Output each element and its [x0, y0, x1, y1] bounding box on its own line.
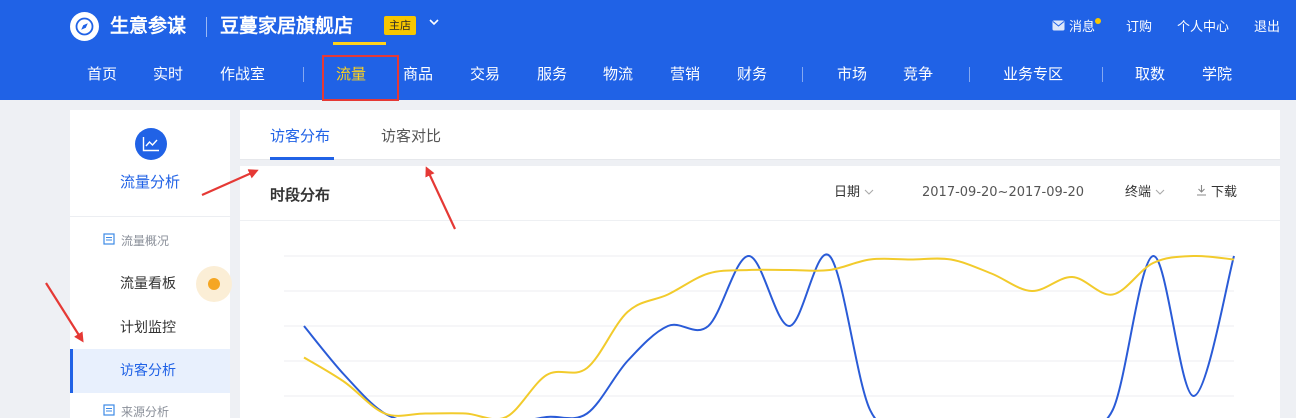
nav-item-marketing[interactable]: 营销	[670, 64, 700, 84]
nav-divider	[303, 67, 304, 82]
nav-divider	[969, 67, 970, 82]
message-label: 消息	[1068, 20, 1095, 35]
nav-item-realtime[interactable]: 实时	[153, 64, 183, 84]
main-nav: 首页 实时 作战室 流量 商品 交易 服务 物流 营销 财务 市场 竞争 业务专…	[0, 54, 1296, 94]
mail-icon	[1052, 19, 1065, 37]
chart-series-line-blue	[303, 253, 1235, 418]
nav-item-war-room[interactable]: 作战室	[220, 64, 265, 84]
sidebar-group-source: 来源分析	[103, 404, 169, 418]
analysis-tabs: 访客分布 访客对比	[240, 110, 1280, 160]
title-divider	[206, 17, 207, 37]
nav-item-finance[interactable]: 财务	[737, 64, 767, 84]
time-distribution-panel: 时段分布 日期 2017-09-20~2017-09-20 终端 下载	[240, 166, 1280, 418]
tab-active-underline	[270, 157, 334, 160]
nav-item-competition[interactable]: 竞争	[903, 64, 933, 84]
nav-item-trade[interactable]: 交易	[470, 64, 500, 84]
tab-visitor-comparison[interactable]: 访客对比	[381, 126, 441, 146]
nav-item-business-zone[interactable]: 业务专区	[1003, 64, 1063, 84]
sidebar: 流量分析 流量概况 流量看板 计划监控 访客分析 来源分析	[70, 110, 230, 418]
document-icon	[103, 404, 115, 418]
nav-active-underline	[333, 42, 386, 45]
main-shop-badge: 主店	[384, 16, 416, 35]
nav-item-logistics[interactable]: 物流	[603, 64, 633, 84]
nav-item-home[interactable]: 首页	[87, 64, 117, 84]
sidebar-item-plan-monitor[interactable]: 计划监控	[70, 306, 230, 350]
message-link[interactable]: 消息	[1052, 18, 1101, 37]
nav-item-academy[interactable]: 学院	[1202, 64, 1232, 84]
chart-series-line-yellow	[303, 254, 1235, 418]
sidebar-title: 流量分析	[119, 173, 180, 191]
subscribe-link[interactable]: 订购	[1126, 19, 1152, 37]
traffic-annotation-box	[322, 55, 399, 101]
sidebar-group-overview: 流量概况	[103, 233, 169, 249]
tab-visitor-distribution[interactable]: 访客分布	[270, 126, 330, 146]
nav-item-service[interactable]: 服务	[537, 64, 567, 84]
nav-item-goods[interactable]: 商品	[403, 64, 433, 84]
sidebar-group-overview-label: 流量概况	[121, 234, 170, 248]
nav-item-market[interactable]: 市场	[837, 64, 867, 84]
floating-toggle-button[interactable]	[196, 266, 232, 302]
time-distribution-chart	[284, 253, 1235, 418]
profile-link[interactable]: 个人中心	[1177, 19, 1229, 37]
top-header: 生意参谋 豆蔓家居旗舰店 主店 消息 订购 个人中心 退出 首页 实时 作战室 …	[0, 0, 1296, 100]
document-icon	[103, 233, 115, 249]
nav-item-data-fetch[interactable]: 取数	[1135, 64, 1165, 84]
line-chart-icon	[135, 128, 167, 160]
compass-logo-icon[interactable]	[70, 12, 99, 41]
unread-dot	[1094, 18, 1101, 24]
shop-switch-chevron-down-icon[interactable]	[428, 14, 440, 34]
shop-name[interactable]: 豆蔓家居旗舰店	[220, 13, 353, 40]
logout-link[interactable]: 退出	[1254, 19, 1280, 37]
top-links: 消息 订购 个人中心 退出	[1027, 18, 1280, 37]
app-title[interactable]: 生意参谋	[110, 13, 186, 40]
nav-divider	[802, 67, 803, 82]
toggle-dot	[208, 278, 220, 290]
nav-divider	[1102, 67, 1103, 82]
sidebar-item-visitor-analysis[interactable]: 访客分析	[70, 349, 230, 393]
sidebar-divider	[70, 216, 230, 217]
sidebar-group-source-label: 来源分析	[121, 405, 170, 418]
